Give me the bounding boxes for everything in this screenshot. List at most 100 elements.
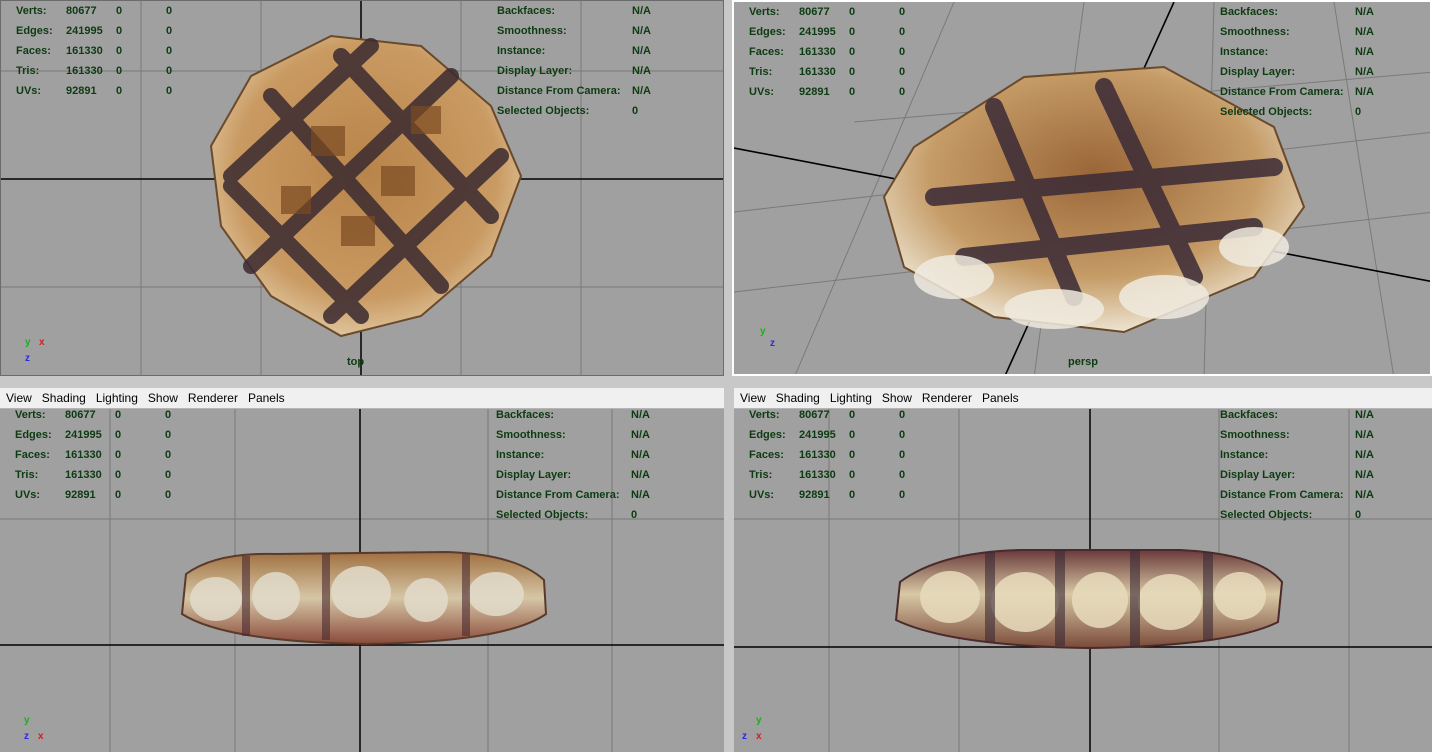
axis-z-label: z <box>25 353 30 364</box>
hud-label: Display Layer: <box>497 65 573 77</box>
hud-value: 0 <box>166 5 173 17</box>
hud-label: Smoothness: <box>497 25 567 37</box>
hud-value: 0 <box>849 26 856 38</box>
hud-label: Backfaces: <box>496 409 555 421</box>
viewport-canvas[interactable]: Verts: Edges: Faces: Tris: UVs: 80677 24… <box>734 2 1430 374</box>
hud-value: 0 <box>1355 509 1362 521</box>
hud-label: Selected Objects: <box>497 105 590 117</box>
hud-value: 0 <box>849 86 856 98</box>
hud-value: 0 <box>115 429 122 441</box>
hud-value: 161330 <box>799 66 836 78</box>
hud-label: UVs: <box>749 489 775 501</box>
menu-renderer[interactable]: Renderer <box>182 391 242 405</box>
hud-value: 0 <box>166 65 173 77</box>
hud-value: 0 <box>899 449 906 461</box>
viewport-canvas[interactable]: Verts: Edges: Faces: Tris: UVs: 80677 24… <box>734 409 1432 752</box>
hud-value: 0 <box>116 25 123 37</box>
hud-label: Smoothness: <box>1220 429 1290 441</box>
hud-label: Faces: <box>16 45 51 57</box>
hud-label: Display Layer: <box>1220 469 1296 481</box>
axis-z-label: z <box>742 731 747 742</box>
menu-show[interactable]: Show <box>876 391 916 405</box>
hud-value: 80677 <box>799 409 830 421</box>
hud-value: 0 <box>115 409 122 421</box>
hud-value: 80677 <box>65 409 96 421</box>
view-axis-icon: y z x <box>742 715 772 749</box>
hud-value: 0 <box>849 66 856 78</box>
viewport-front[interactable]: View Shading Lighting Show Renderer Pane… <box>0 388 724 752</box>
axis-y-label: y <box>760 326 766 337</box>
hud-value: 0 <box>849 449 856 461</box>
axis-z-label: z <box>24 731 29 742</box>
hud-label: UVs: <box>16 85 42 97</box>
hud-value: N/A <box>631 429 650 441</box>
hud-value: N/A <box>1355 409 1374 421</box>
hud-label: Backfaces: <box>497 5 556 17</box>
waffle-mesh-icon <box>894 549 1284 650</box>
menu-panels[interactable]: Panels <box>976 391 1023 405</box>
hud-value: N/A <box>1355 26 1374 38</box>
menu-shading[interactable]: Shading <box>36 391 90 405</box>
hud-value: 161330 <box>799 46 836 58</box>
menu-lighting[interactable]: Lighting <box>824 391 876 405</box>
hud-value: 0 <box>165 469 172 481</box>
hud-label: Verts: <box>16 5 47 17</box>
hud-value: 0 <box>116 65 123 77</box>
hud-value: N/A <box>632 25 651 37</box>
menu-lighting[interactable]: Lighting <box>90 391 142 405</box>
hud-value: N/A <box>1355 46 1374 58</box>
hud-value: 161330 <box>66 65 103 77</box>
hud-value: 0 <box>116 5 123 17</box>
hud-label: Verts: <box>749 409 780 421</box>
hud-value: 161330 <box>66 45 103 57</box>
viewport-canvas[interactable]: Verts: Edges: Faces: Tris: UVs: 80677 24… <box>1 1 723 375</box>
hud-value: 0 <box>115 469 122 481</box>
menu-renderer[interactable]: Renderer <box>916 391 976 405</box>
viewport-persp[interactable]: Verts: Edges: Faces: Tris: UVs: 80677 24… <box>732 0 1432 376</box>
axis-x-label: x <box>39 337 45 348</box>
hud-label: Distance From Camera: <box>1220 86 1344 98</box>
hud-label: Selected Objects: <box>496 509 589 521</box>
hud-value: N/A <box>631 449 650 461</box>
hud-value: N/A <box>632 65 651 77</box>
hud-value: 0 <box>849 469 856 481</box>
hud-value: 0 <box>899 26 906 38</box>
hud-value: 0 <box>116 45 123 57</box>
axis-y-label: y <box>24 715 30 726</box>
menu-view[interactable]: View <box>0 391 36 405</box>
menu-view[interactable]: View <box>734 391 770 405</box>
hud-label: Instance: <box>1220 449 1269 461</box>
hud-label: Edges: <box>749 26 786 38</box>
hud-value: 0 <box>116 85 123 97</box>
hud-value: N/A <box>1355 449 1374 461</box>
view-axis-icon: y z <box>758 326 788 358</box>
menu-shading[interactable]: Shading <box>770 391 824 405</box>
hud-value: 0 <box>899 86 906 98</box>
viewport-canvas[interactable]: Verts: Edges: Faces: Tris: UVs: 80677 24… <box>0 409 724 752</box>
menu-show[interactable]: Show <box>142 391 182 405</box>
hud-value: 0 <box>849 429 856 441</box>
hud-value: N/A <box>1355 429 1374 441</box>
viewport-side[interactable]: View Shading Lighting Show Renderer Pane… <box>734 388 1432 752</box>
hud-value: N/A <box>1355 86 1374 98</box>
hud-value: 92891 <box>799 489 830 501</box>
hud-value: 241995 <box>66 25 103 37</box>
waffle-mesh-icon <box>209 34 523 338</box>
hud-label: Tris: <box>15 469 39 481</box>
hud-value: 92891 <box>799 86 830 98</box>
hud-value: N/A <box>1355 66 1374 78</box>
viewport-top[interactable]: Verts: Edges: Faces: Tris: UVs: 80677 24… <box>0 0 724 376</box>
hud-value: 0 <box>899 429 906 441</box>
hud-label: Instance: <box>1220 46 1269 58</box>
hud-label: Instance: <box>497 45 546 57</box>
hud-value: 0 <box>1355 106 1362 118</box>
menu-panels[interactable]: Panels <box>242 391 289 405</box>
hud-value: 0 <box>166 85 173 97</box>
axis-y-label: y <box>756 715 762 726</box>
hud-value: 0 <box>849 6 856 18</box>
hud-label: Faces: <box>749 46 784 58</box>
hud-value: 241995 <box>799 26 836 38</box>
hud-value: 241995 <box>65 429 102 441</box>
hud-value: 0 <box>899 409 906 421</box>
hud-value: 0 <box>849 409 856 421</box>
